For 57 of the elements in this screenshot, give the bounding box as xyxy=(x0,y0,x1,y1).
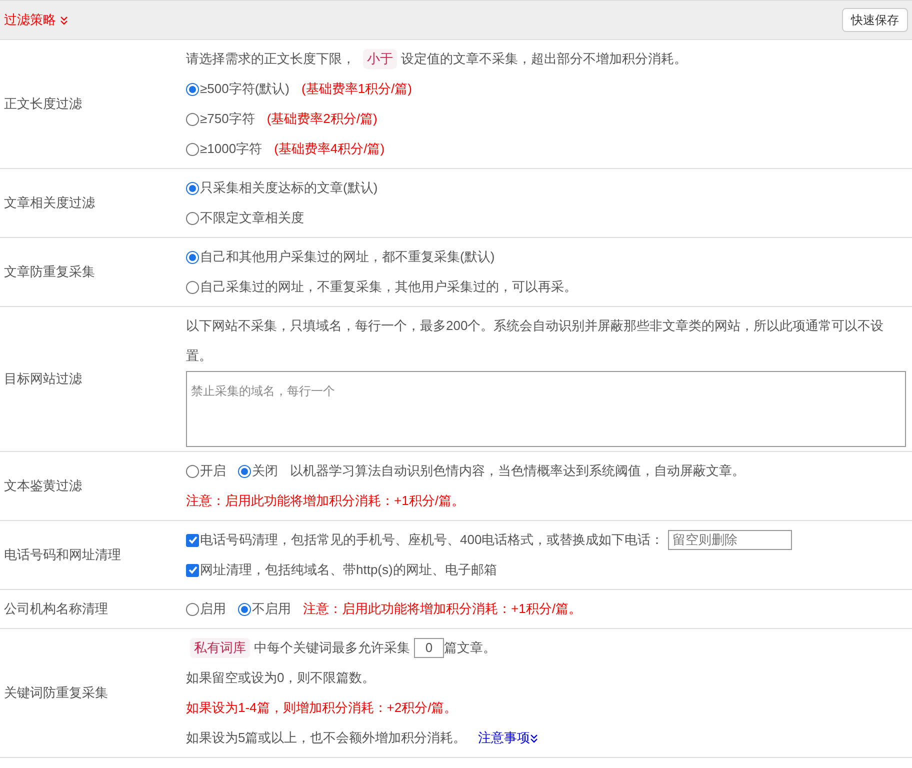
setting-label: 公司机构名称清理 xyxy=(4,600,108,618)
highlight-tag: 小于 xyxy=(363,49,397,69)
radio-button[interactable] xyxy=(238,602,251,616)
setting-label: 文本鉴黄过滤 xyxy=(4,477,82,496)
setting-label: 文章防重复采集 xyxy=(4,263,95,282)
notice-text: 注意：启用此功能将增加积分消耗：+1积分/篇。 xyxy=(303,600,582,618)
description-text: 如果留空或设为0，则不限篇数。 xyxy=(186,669,376,687)
radio-option[interactable]: 开启 xyxy=(186,456,226,486)
notes-link[interactable]: 注意事项 xyxy=(478,723,538,753)
radio-button[interactable] xyxy=(186,280,199,294)
setting-label: 关键词防重复采集 xyxy=(4,684,108,702)
setting-label: 电话号码和网址清理 xyxy=(4,546,121,564)
checkbox[interactable] xyxy=(186,534,199,546)
setting-label: 文章相关度过滤 xyxy=(4,194,95,212)
checkbox-option[interactable]: 电话号码清理，包括常见的手机号、座机号、400电话格式，或替换成如下电话： xyxy=(186,525,664,555)
radio-option[interactable]: 不启用 xyxy=(238,594,291,624)
phone-input-field[interactable]: 留空则删除 xyxy=(668,530,792,550)
radio-button[interactable] xyxy=(186,112,199,126)
radio-button[interactable] xyxy=(186,182,199,194)
setting-label: 目标网站过滤 xyxy=(4,370,82,388)
quick-save-button[interactable]: 快速保存 xyxy=(842,8,908,32)
radio-option[interactable]: 关闭 xyxy=(238,456,278,486)
radio-option[interactable]: 启用 xyxy=(186,594,226,624)
notice-text: (基础费率4积分/篇) xyxy=(274,140,385,158)
checkbox[interactable] xyxy=(186,564,199,576)
description-text: 中每个关键词最多允许采集 xyxy=(254,639,410,657)
radio-button[interactable] xyxy=(186,464,199,478)
radio-option[interactable]: 自己和其他用户采集过的网址，都不重复采集(默认) xyxy=(186,242,495,272)
notice-text: (基础费率2积分/篇) xyxy=(266,110,378,128)
radio-button[interactable] xyxy=(238,464,251,478)
setting-label: 正文长度过滤 xyxy=(4,95,82,114)
description-text: 请选择需求的正文长度下限， xyxy=(186,50,355,68)
radio-button[interactable] xyxy=(186,82,199,96)
radio-button[interactable] xyxy=(186,212,199,224)
radio-option[interactable]: 自己采集过的网址，不重复采集，其他用户采集过的，可以再采。 xyxy=(186,272,577,302)
radio-option[interactable]: 不限定文章相关度 xyxy=(186,203,304,233)
description-text: 篇文章。 xyxy=(444,639,496,657)
chevron-down-icon xyxy=(60,16,68,24)
description-text: 以机器学习算法自动识别色情内容，当色情概率达到系统阈值，自动屏蔽文章。 xyxy=(290,462,745,480)
radio-option[interactable]: ≥1000字符 xyxy=(186,134,262,164)
domain-textarea[interactable]: 禁止采集的域名，每行一个 xyxy=(186,371,906,447)
radio-option[interactable]: ≥750字符 xyxy=(186,104,255,134)
description-text: 设定值的文章不采集，超出部分不增加积分消耗。 xyxy=(401,50,687,68)
count-input-field[interactable]: 0 xyxy=(414,638,444,658)
radio-option[interactable]: 只采集相关度达标的文章(默认) xyxy=(186,173,378,203)
radio-button[interactable] xyxy=(186,250,199,264)
radio-option[interactable]: ≥500字符(默认) xyxy=(186,74,290,104)
radio-button[interactable] xyxy=(186,142,199,156)
notice-text: 注意：启用此功能将增加积分消耗：+1积分/篇。 xyxy=(186,492,464,510)
radio-button[interactable] xyxy=(186,602,199,616)
chevron-down-icon xyxy=(530,734,538,742)
checkbox-option[interactable]: 网址清理，包括纯域名、带http(s)的网址、电子邮箱 xyxy=(186,555,497,585)
highlight-tag: 私有词库 xyxy=(190,638,250,658)
description-text: 如果设为5篇或以上，也不会额外增加积分消耗。 xyxy=(186,729,466,747)
notice-text: (基础费率1积分/篇) xyxy=(301,80,412,98)
notice-text: 如果设为1-4篇，则增加积分消耗：+2积分/篇。 xyxy=(186,699,458,717)
description-text: 以下网站不采集，只填域名，每行一个，最多200个。系统会自动识别并屏蔽那些非文章类的网站，所以此项通常可以不设置。 xyxy=(186,317,885,365)
